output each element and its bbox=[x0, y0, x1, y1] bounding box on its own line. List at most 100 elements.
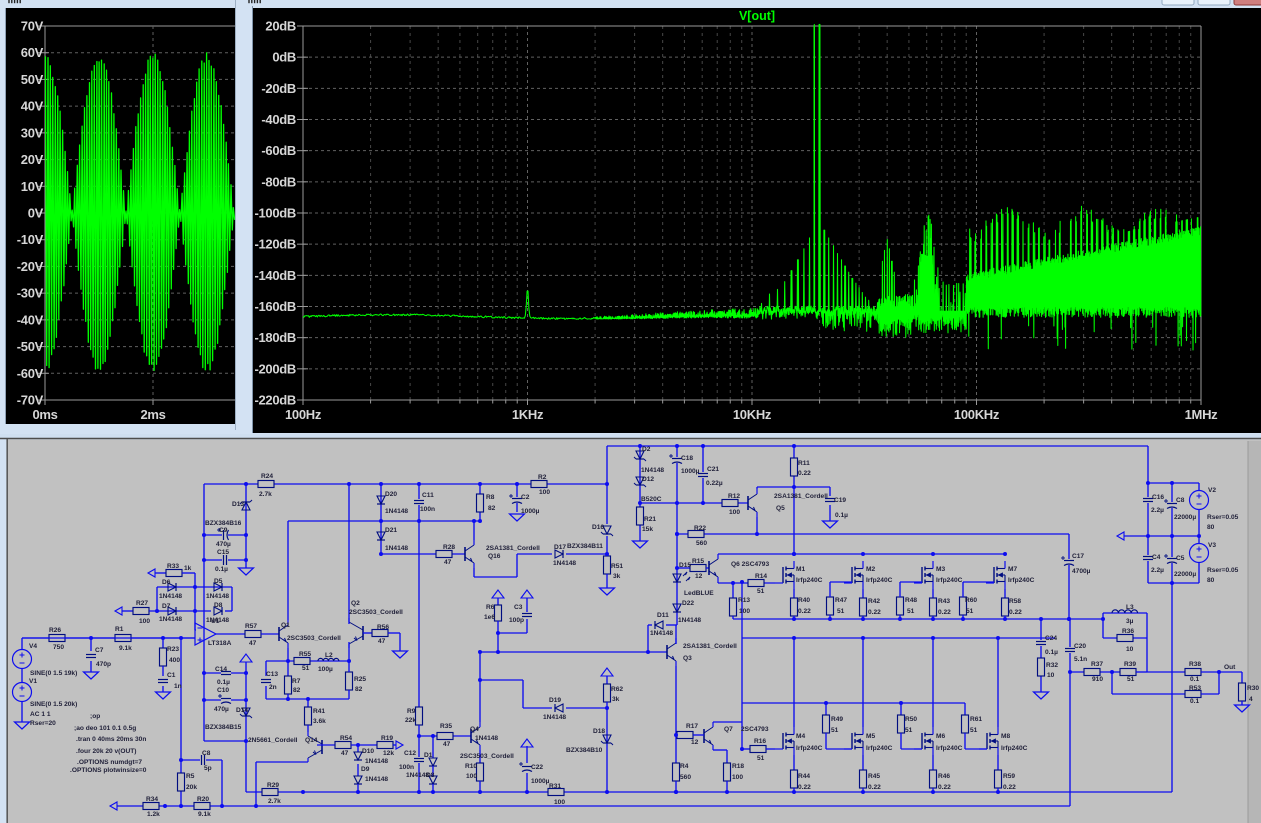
svg-text:51: 51 bbox=[757, 755, 765, 762]
svg-text:D14: D14 bbox=[236, 707, 248, 714]
svg-text:47: 47 bbox=[341, 750, 349, 757]
svg-text:1N4148: 1N4148 bbox=[365, 776, 388, 783]
svg-text:2N5661_Cordell: 2N5661_Cordell bbox=[248, 737, 298, 744]
svg-text:0dB: 0dB bbox=[272, 50, 296, 65]
svg-text:D20: D20 bbox=[385, 491, 397, 498]
svg-text:R26: R26 bbox=[49, 627, 61, 634]
svg-text:9.1k: 9.1k bbox=[119, 645, 132, 652]
svg-text:R30: R30 bbox=[1247, 685, 1259, 692]
svg-text:1N4148: 1N4148 bbox=[365, 758, 388, 765]
svg-text:C24: C24 bbox=[1045, 635, 1057, 642]
svg-text:C5: C5 bbox=[1176, 555, 1185, 562]
svg-text:0.1µ: 0.1µ bbox=[215, 566, 228, 573]
svg-text:560: 560 bbox=[696, 540, 707, 547]
svg-text:5p: 5p bbox=[204, 765, 212, 772]
svg-text:3k: 3k bbox=[613, 573, 621, 580]
svg-text:C8: C8 bbox=[1176, 497, 1185, 504]
svg-text:100Hz: 100Hz bbox=[285, 407, 322, 422]
svg-text:100n: 100n bbox=[420, 506, 435, 513]
svg-text:R10: R10 bbox=[465, 763, 477, 770]
svg-text:4: 4 bbox=[1249, 696, 1253, 703]
svg-text:-120dB: -120dB bbox=[254, 237, 296, 252]
svg-text:R50: R50 bbox=[905, 716, 917, 723]
svg-text:Irfp240C: Irfp240C bbox=[796, 745, 823, 752]
svg-text:-60V: -60V bbox=[17, 366, 44, 381]
svg-text:R27: R27 bbox=[136, 600, 148, 607]
svg-text:82: 82 bbox=[293, 687, 301, 694]
svg-text:C12: C12 bbox=[404, 750, 416, 757]
svg-text:10KHz: 10KHz bbox=[733, 407, 772, 422]
svg-text:D18: D18 bbox=[593, 728, 605, 735]
svg-text:D16: D16 bbox=[592, 524, 604, 531]
svg-text:1N4148: 1N4148 bbox=[385, 545, 408, 552]
svg-text:750: 750 bbox=[53, 644, 64, 651]
svg-text:R57: R57 bbox=[245, 623, 257, 630]
svg-text:M8: M8 bbox=[1001, 733, 1010, 740]
svg-text:R45: R45 bbox=[868, 773, 880, 780]
svg-text:V1: V1 bbox=[29, 678, 37, 685]
svg-text:R38: R38 bbox=[1189, 661, 1201, 668]
svg-text:10: 10 bbox=[1047, 672, 1055, 679]
svg-text:Q14: Q14 bbox=[305, 737, 318, 744]
svg-text:R19: R19 bbox=[381, 735, 393, 742]
svg-text:22000µ: 22000µ bbox=[1174, 571, 1196, 578]
svg-text:Irfp240C: Irfp240C bbox=[936, 745, 963, 752]
svg-text:2.7k: 2.7k bbox=[259, 491, 272, 498]
svg-text:47: 47 bbox=[378, 638, 386, 645]
svg-text:;op: ;op bbox=[90, 713, 100, 720]
svg-text:0.22µ: 0.22µ bbox=[706, 480, 723, 487]
svg-text:Rser=20: Rser=20 bbox=[30, 720, 56, 727]
svg-text:100: 100 bbox=[539, 489, 550, 496]
svg-text:51: 51 bbox=[970, 727, 978, 734]
svg-text:R2: R2 bbox=[538, 474, 547, 481]
svg-text:0.22: 0.22 bbox=[938, 609, 951, 616]
svg-text:-10V: -10V bbox=[17, 232, 44, 247]
svg-text:3.6k: 3.6k bbox=[313, 718, 326, 725]
svg-text:M3: M3 bbox=[936, 566, 945, 573]
svg-text:R31: R31 bbox=[549, 783, 561, 790]
svg-text:2SA1381_Cordell: 2SA1381_Cordell bbox=[683, 643, 737, 650]
svg-text:0.22: 0.22 bbox=[1003, 784, 1016, 791]
svg-text:C9: C9 bbox=[219, 527, 228, 534]
svg-text:Rser=0.05: Rser=0.05 bbox=[1207, 567, 1239, 574]
svg-text:560: 560 bbox=[680, 774, 691, 781]
svg-text:C8: C8 bbox=[202, 750, 211, 757]
svg-text:R15: R15 bbox=[692, 558, 704, 565]
svg-text:1KHz: 1KHz bbox=[512, 407, 544, 422]
svg-text:.four 20k 20 v(OUT): .four 20k 20 v(OUT) bbox=[76, 748, 136, 755]
svg-text:R6: R6 bbox=[486, 604, 495, 611]
svg-text:Q6 2SC4793: Q6 2SC4793 bbox=[731, 561, 769, 568]
svg-text:R51: R51 bbox=[611, 563, 623, 570]
svg-text:BZX384B16: BZX384B16 bbox=[205, 520, 242, 527]
svg-text:Out: Out bbox=[1224, 664, 1236, 671]
svg-text:-80dB: -80dB bbox=[261, 174, 296, 189]
svg-text:-160dB: -160dB bbox=[254, 299, 296, 314]
svg-text:51: 51 bbox=[905, 727, 913, 734]
svg-text:D1: D1 bbox=[424, 752, 433, 759]
svg-text:100: 100 bbox=[739, 608, 750, 615]
svg-text:1N4148: 1N4148 bbox=[159, 616, 182, 623]
svg-text:3k: 3k bbox=[612, 696, 620, 703]
svg-text:L2: L2 bbox=[325, 652, 333, 659]
svg-text:4700µ: 4700µ bbox=[1072, 568, 1091, 575]
svg-text:51: 51 bbox=[837, 608, 845, 615]
svg-text:Q3: Q3 bbox=[683, 655, 692, 662]
svg-text:Irfp240C: Irfp240C bbox=[1001, 745, 1028, 752]
svg-text:R29: R29 bbox=[267, 782, 279, 789]
svg-text:15k: 15k bbox=[642, 526, 653, 533]
svg-text:82: 82 bbox=[488, 505, 496, 512]
svg-text:R11: R11 bbox=[798, 460, 810, 467]
svg-text:R43: R43 bbox=[938, 598, 950, 605]
svg-text:C20: C20 bbox=[1074, 643, 1086, 650]
svg-text:1N4148: 1N4148 bbox=[641, 467, 664, 474]
svg-text:1e6: 1e6 bbox=[484, 614, 495, 621]
svg-text:12k: 12k bbox=[383, 750, 394, 757]
svg-text:100n: 100n bbox=[399, 764, 414, 771]
svg-text:C1: C1 bbox=[167, 672, 176, 679]
svg-text:R9: R9 bbox=[407, 708, 416, 715]
svg-text:51: 51 bbox=[966, 608, 974, 615]
svg-text:0.1µ: 0.1µ bbox=[217, 679, 230, 686]
svg-text:Irfp240C: Irfp240C bbox=[1008, 577, 1035, 584]
svg-text:51: 51 bbox=[302, 665, 310, 672]
svg-text:0.22: 0.22 bbox=[938, 784, 951, 791]
